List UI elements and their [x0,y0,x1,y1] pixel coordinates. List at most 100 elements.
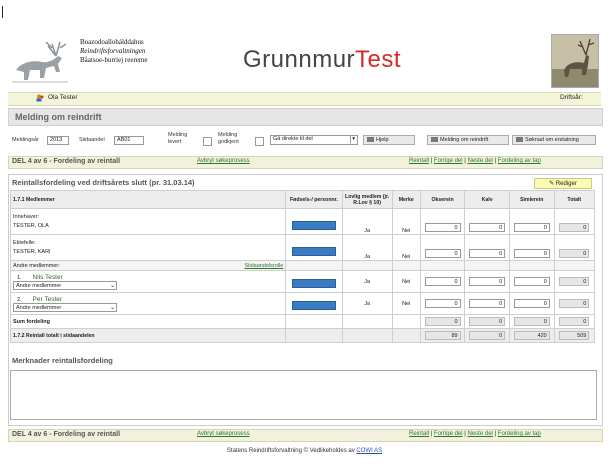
table-row: Ektefelle: TESTER, KARI Ja Nei 0 0 0 0 [9,234,596,261]
soknad-om-erstatning-button[interactable]: Søknad om erstatning [512,135,596,145]
simlerein-cell: 0 [508,292,555,315]
okserein-cell: 0 [419,270,466,293]
totalt-value: 0 [559,223,590,232]
okserein-input[interactable]: 0 [424,299,461,308]
siidaandelsrolle-link[interactable]: Siidaandelsrolle [245,263,284,269]
link-separator: | [430,431,433,437]
avbryt-link[interactable]: Avbryt søkeprosess [197,431,250,437]
sum-row: Sum fordeling 0 0 0 0 [9,314,596,329]
fodsels-cell [285,208,343,235]
goto-section-select[interactable]: Gå direkte til del ▾ [270,135,358,145]
kalv-input[interactable]: 0 [469,249,506,258]
okserein-input[interactable]: 0 [424,223,461,232]
empty-cell [553,260,596,271]
totalt-value: 0 [559,299,590,308]
agency-name-line2: Reindriftsforvaltningen [80,47,146,55]
fordeling-av-tap-link[interactable]: Fordeling av tap [498,158,541,164]
empty-cell [391,260,421,271]
meldingsar-field[interactable]: 2013 [47,136,69,145]
member-row: 2. Per Tester Andre medlemmer ⌄ Ja Nei 0 … [9,292,596,315]
panel-title: Reintallsfordeling ved driftsårets slutt… [12,178,195,187]
empty-cell [285,314,343,329]
empty-cell [341,328,393,343]
col-header-okserein: Okserein [419,190,466,209]
reintall-total-label: 1.7.2 Reintall totalt i siidaandelen [9,328,287,343]
lovlig-cell: Ja [341,270,393,293]
cowi-link[interactable]: COWI AS [356,448,382,454]
empty-cell [419,260,466,271]
avbryt-link[interactable]: Avbryt søkeprosess [197,158,250,164]
del-title: DEL 4 av 6 - Fordeling av reintall [12,158,121,165]
driftsar-label: Driftsår: [560,94,583,101]
forrige-del-link[interactable]: Forrige del [434,158,463,164]
total-totalt: 509 [559,331,590,340]
empty-cell [285,328,343,343]
empty-cell [508,260,555,271]
reintall-link[interactable]: Reintall [409,158,429,164]
print-icon [367,137,374,143]
print-icon [516,137,523,143]
table-header-row: 1.7.1 Medlemmer Fødsels-/ personnr. Lovl… [9,190,596,209]
user-bar [8,92,601,106]
andre-label: Andre medlemmer: [13,262,60,269]
merknader-textarea[interactable] [10,370,597,420]
melding-godkjent-checkbox[interactable] [255,137,264,146]
andre-label-cell: Andre medlemmer: Siidaandelsrolle [9,260,287,271]
link-separator: | [494,431,497,437]
member-role-select[interactable]: Andre medlemmer ⌄ [13,280,117,290]
simlerein-cell: 0 [508,234,555,261]
okserein-input[interactable]: 0 [424,277,461,286]
okserein-cell: 0 [419,292,466,315]
redacted-personnr [291,247,336,256]
member-cell: 1. Nils Tester Andre medlemmer ⌄ [9,270,287,293]
kalv-cell: 0 [464,270,510,293]
melding-levert-checkbox[interactable] [203,137,212,146]
melding-om-reindrift-button[interactable]: Melding om reindrift [427,135,509,145]
neste-del-link[interactable]: Neste del [468,431,493,437]
section-nav-links-top: Reintall | Forrige del | Neste del | For… [409,158,541,164]
siidaandel-field[interactable]: AB01 [114,136,144,145]
simlerein-input[interactable]: 0 [513,299,550,308]
sum-kalv-cell: 0 [464,314,510,329]
members-table: 1.7.1 Medlemmer Fødsels-/ personnr. Lovl… [9,190,596,343]
meldingsar-label: Meldingsår [12,137,39,143]
page-title-text: Melding om reindrift [15,112,102,122]
forrige-del-link[interactable]: Forrige del [434,431,463,437]
sum-totalt-cell: 0 [553,314,596,329]
melding-button-label: Melding om reindrift [440,137,489,143]
ektefelle-label: Ektefelle: [13,240,36,246]
kalv-input[interactable]: 0 [469,277,506,286]
okserein-cell: 0 [419,234,466,261]
rediger-button[interactable]: ✎ Rediger [534,178,592,189]
siidaandel-label: Siidaandel [79,137,105,143]
neste-del-link[interactable]: Neste del [468,158,493,164]
chevron-down-icon: ⌄ [109,304,115,311]
totalt-value: 0 [559,249,590,258]
simlerein-input[interactable]: 0 [513,223,550,232]
simlerein-input[interactable]: 0 [513,249,550,258]
total-totalt-cell: 509 [553,328,596,343]
total-simlerein-cell: 420 [508,328,555,343]
kalv-cell: 0 [464,208,510,235]
okserein-input[interactable]: 0 [424,249,461,258]
member-name: Per Tester [32,295,63,303]
kalv-input[interactable]: 0 [469,299,506,308]
help-button[interactable]: Hjelp [363,135,415,145]
lovlig-cell: Ja [341,234,393,261]
member-role-value: Andre medlemmer [16,282,62,289]
member-role-value: Andre medlemmer [16,304,62,311]
fordeling-av-tap-link[interactable]: Fordeling av tap [498,431,541,437]
link-separator: | [464,158,466,164]
totalt-cell: 0 [553,292,596,315]
user-name[interactable]: Ola Tester [48,94,78,101]
reintall-link[interactable]: Reintall [409,431,429,437]
member-name: Nils Tester [32,273,63,281]
total-okserein-cell: 89 [419,328,466,343]
simlerein-input[interactable]: 0 [513,277,550,286]
sum-simlerein: 0 [513,317,550,326]
page-footer: Statens Reindriftsforvaltning © Vedlikeh… [0,448,609,454]
agency-name-line3: Båatsoe-burriej reereme [80,56,148,64]
member-cell: 2. Per Tester Andre medlemmer ⌄ [9,292,287,315]
member-role-select[interactable]: Andre medlemmer ⌄ [13,302,117,312]
kalv-input[interactable]: 0 [469,223,506,232]
